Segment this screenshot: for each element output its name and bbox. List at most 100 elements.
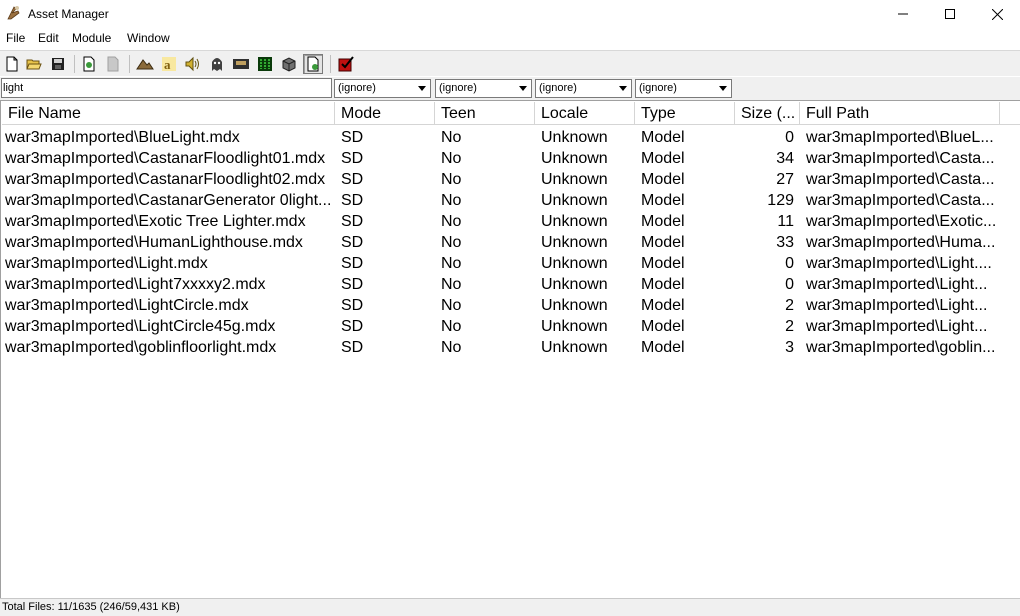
combo-value: (ignore) xyxy=(639,82,677,94)
svg-text:a: a xyxy=(164,57,171,72)
minimize-icon xyxy=(898,13,908,15)
locale-filter-combo[interactable]: (ignore) xyxy=(535,79,632,98)
cube-icon xyxy=(282,57,296,72)
cube-button[interactable] xyxy=(279,54,299,74)
cell-locale: Unknown xyxy=(541,339,608,356)
cell-file-name: war3mapImported\CastanarFloodlight01.mdx xyxy=(5,150,326,167)
cell-mode: SD xyxy=(341,129,364,146)
type-filter-combo[interactable]: (ignore) xyxy=(635,79,732,98)
cell-type: Model xyxy=(641,276,685,293)
toolbar: a xyxy=(0,50,1020,76)
chevron-down-icon xyxy=(715,81,730,96)
cell-type: Model xyxy=(641,234,685,251)
toolbar-separator xyxy=(74,55,75,73)
cell-file-name: war3mapImported\BlueLight.mdx xyxy=(5,129,240,146)
page-add-button[interactable] xyxy=(303,54,323,74)
list-header: File Name Mode Teen Locale Type Size (..… xyxy=(2,102,1020,125)
ghost-button[interactable] xyxy=(207,54,227,74)
sound-button[interactable] xyxy=(183,54,203,74)
file-list[interactable]: File Name Mode Teen Locale Type Size (..… xyxy=(0,100,1020,598)
new-file-icon xyxy=(6,56,18,72)
table-row[interactable]: war3mapImported\Exotic Tree Lighter.mdx S… xyxy=(2,211,1020,232)
cell-full-path: war3mapImported\Huma... xyxy=(806,234,996,251)
menu-window[interactable]: Window xyxy=(127,31,170,45)
cell-file-name: war3mapImported\HumanLighthouse.mdx xyxy=(5,234,303,251)
cell-mode: SD xyxy=(341,234,364,251)
open-button[interactable] xyxy=(24,54,44,74)
cell-type: Model xyxy=(641,171,685,188)
import-icon xyxy=(83,56,95,72)
table-row[interactable]: war3mapImported\goblinfloorlight.mdx SD No… xyxy=(2,337,1020,358)
cell-size: 0 xyxy=(785,276,794,293)
toolbar-separator xyxy=(330,55,331,73)
close-button[interactable] xyxy=(974,0,1020,28)
cell-size: 27 xyxy=(776,171,794,188)
menu-edit[interactable]: Edit xyxy=(38,31,59,45)
column-header-size[interactable]: Size (... xyxy=(735,102,800,125)
table-row[interactable]: war3mapImported\LightCircle45g.mdx SD No Un… xyxy=(2,316,1020,337)
table-row[interactable]: war3mapImported\BlueLight.mdx SD No Unknown… xyxy=(2,127,1020,148)
table-row[interactable]: war3mapImported\CastanarGenerator 0light… xyxy=(2,190,1020,211)
combo-value: (ignore) xyxy=(338,82,376,94)
cell-file-name: war3mapImported\CastanarGenerator 0light… xyxy=(5,192,332,209)
cell-size: 0 xyxy=(785,255,794,272)
cell-teen: No xyxy=(441,255,462,272)
terrain-icon xyxy=(136,59,154,70)
menu-module[interactable]: Module xyxy=(72,31,111,45)
maximize-button[interactable] xyxy=(927,0,973,28)
save-button[interactable] xyxy=(48,54,68,74)
new-button[interactable] xyxy=(2,54,22,74)
cell-mode: SD xyxy=(341,150,364,167)
mode-filter-combo[interactable]: (ignore) xyxy=(334,79,431,98)
teen-filter-combo[interactable]: (ignore) xyxy=(435,79,532,98)
table-row[interactable]: war3mapImported\HumanLighthouse.mdx SD No U… xyxy=(2,232,1020,253)
cell-teen: No xyxy=(441,339,462,356)
font-button[interactable]: a xyxy=(159,54,179,74)
column-header-type[interactable]: Type xyxy=(635,102,735,125)
cell-teen: No xyxy=(441,276,462,293)
export-button[interactable] xyxy=(103,54,123,74)
combo-value: (ignore) xyxy=(539,82,577,94)
menu-file[interactable]: File xyxy=(6,31,25,45)
table-row[interactable]: war3mapImported\Light7xxxxy2.mdx SD No Unkn… xyxy=(2,274,1020,295)
chevron-down-icon xyxy=(414,81,429,96)
cell-mode: SD xyxy=(341,171,364,188)
minimize-button[interactable] xyxy=(880,0,926,28)
tape-icon xyxy=(233,59,249,69)
cell-mode: SD xyxy=(341,255,364,272)
cell-size: 2 xyxy=(785,297,794,314)
table-row[interactable]: war3mapImported\CastanarFloodlight01.mdx… xyxy=(2,148,1020,169)
cell-full-path: war3mapImported\Casta... xyxy=(806,150,995,167)
column-header-locale[interactable]: Locale xyxy=(535,102,635,125)
cell-size: 129 xyxy=(767,192,794,209)
import-button[interactable] xyxy=(79,54,99,74)
column-header-mode[interactable]: Mode xyxy=(335,102,435,125)
app-icon xyxy=(6,5,22,21)
column-header-file-name[interactable]: File Name xyxy=(2,102,335,125)
cell-teen: No xyxy=(441,318,462,335)
checkbox-button[interactable] xyxy=(336,54,356,74)
cell-type: Model xyxy=(641,213,685,230)
cell-locale: Unknown xyxy=(541,297,608,314)
matrix-button[interactable] xyxy=(255,54,275,74)
cell-teen: No xyxy=(441,129,462,146)
list-rows: war3mapImported\BlueLight.mdx SD No Unknown… xyxy=(2,127,1020,358)
cell-mode: SD xyxy=(341,297,364,314)
table-row[interactable]: war3mapImported\CastanarFloodlight02.mdx… xyxy=(2,169,1020,190)
table-row[interactable]: war3mapImported\LightCircle.mdx SD No Unkno… xyxy=(2,295,1020,316)
cell-type: Model xyxy=(641,255,685,272)
search-input[interactable] xyxy=(1,78,332,98)
terrain-button[interactable] xyxy=(135,54,155,74)
column-header-teen[interactable]: Teen xyxy=(435,102,535,125)
cell-type: Model xyxy=(641,339,685,356)
title-bar: Asset Manager xyxy=(0,0,1020,28)
column-header-full-path[interactable]: Full Path xyxy=(800,102,1000,125)
tape-button[interactable] xyxy=(231,54,251,74)
table-row[interactable]: war3mapImported\Light.mdx SD No Unknown Mode… xyxy=(2,253,1020,274)
cell-file-name: war3mapImported\Light7xxxxy2.mdx xyxy=(5,276,266,293)
filter-bar: (ignore) (ignore) (ignore) (ignore) xyxy=(0,77,1020,100)
cell-file-name: war3mapImported\CastanarFloodlight02.mdx xyxy=(5,171,326,188)
close-icon xyxy=(991,8,1003,20)
toolbar-separator xyxy=(129,55,130,73)
cell-locale: Unknown xyxy=(541,255,608,272)
